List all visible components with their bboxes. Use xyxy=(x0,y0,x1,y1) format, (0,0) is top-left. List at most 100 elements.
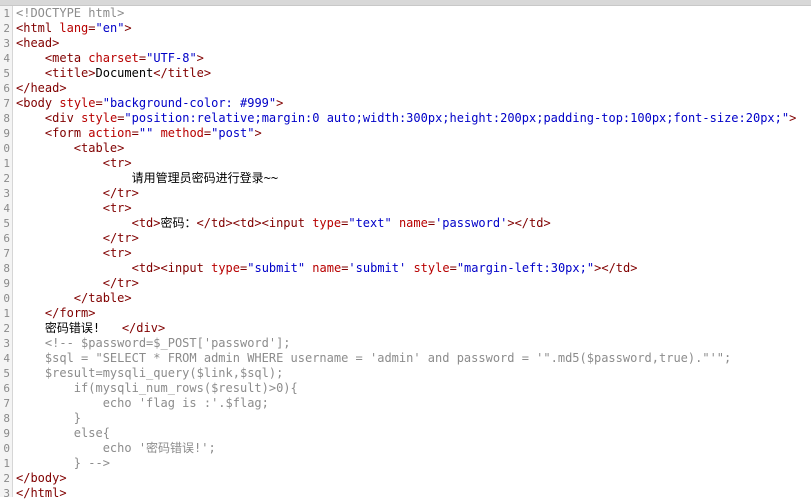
code-lines: 1 <!DOCTYPE html> 2 <html lang="en"> 3 <head>… xyxy=(0,6,811,501)
line-number: 2 xyxy=(3,472,10,485)
code-line: 7 <body style="background-color: #999"> xyxy=(0,96,811,111)
code-line: 1 } --> xyxy=(0,456,811,471)
code-text: <!-- $password=$_POST['password']; xyxy=(16,336,291,350)
code-line: 2 密码错误! </div> xyxy=(0,321,811,336)
code-text: <tr> xyxy=(102,246,132,260)
source-viewer: 1 <!DOCTYPE html> 2 <html lang="en"> 3 <head>… xyxy=(0,0,811,500)
line-number: 8 xyxy=(3,412,10,425)
code-line: 3 </tr> xyxy=(0,186,811,201)
code-text: <!DOCTYPE html> xyxy=(16,6,125,20)
code-line: 1 <!DOCTYPE html> xyxy=(0,6,811,21)
line-number: 3 xyxy=(3,337,10,350)
code-line: 2 <html lang="en"> xyxy=(0,21,811,36)
code-text: <td>密码：</td><td><input type="text" name=… xyxy=(131,216,551,230)
code-text: <div style="position:relative;margin:0 a… xyxy=(44,111,797,125)
code-line: 9 else{ xyxy=(0,426,811,441)
code-line: 6 if(mysqli_num_rows($result)>0){ xyxy=(0,381,811,396)
line-number: 1 xyxy=(3,457,10,470)
code-text: echo '密码错误!'; xyxy=(16,441,216,455)
line-number: 2 xyxy=(3,172,10,185)
code-text: <head> xyxy=(16,36,60,50)
code-text: <title>Document</title> xyxy=(44,66,212,80)
line-number: 4 xyxy=(3,52,10,65)
line-number: 8 xyxy=(3,112,10,125)
code-text: <form action="" method="post"> xyxy=(44,126,262,140)
code-line: 8 <div style="position:relative;margin:0… xyxy=(0,111,811,126)
code-text: <td><input type="submit" name='submit' s… xyxy=(131,261,638,275)
code-line: 4 <meta charset="UTF-8"> xyxy=(0,51,811,66)
line-number: 5 xyxy=(3,367,10,380)
code-text: </html> xyxy=(16,486,67,500)
code-text: } xyxy=(16,411,82,425)
code-text: } --> xyxy=(16,456,110,470)
line-number: 6 xyxy=(3,232,10,245)
code-line: 6 </tr> xyxy=(0,231,811,246)
line-number: 6 xyxy=(3,82,10,95)
code-line: 9 <form action="" method="post"> xyxy=(0,126,811,141)
code-line: 6 </head> xyxy=(0,81,811,96)
line-number: 1 xyxy=(3,157,10,170)
code-text: </table> xyxy=(73,291,132,305)
line-number: 5 xyxy=(3,217,10,230)
line-number: 3 xyxy=(3,187,10,200)
line-number: 3 xyxy=(3,37,10,50)
code-line: 0 echo '密码错误!'; xyxy=(0,441,811,456)
code-text: </tr> xyxy=(102,186,139,200)
line-number: 0 xyxy=(3,292,10,305)
code-line: 0 <table> xyxy=(0,141,811,156)
code-line: 3 <head> xyxy=(0,36,811,51)
code-text: 请用管理员密码进行登录~~ xyxy=(16,171,279,185)
code-line: 8 } xyxy=(0,411,811,426)
code-text: else{ xyxy=(16,426,110,440)
code-line: 1 </form> xyxy=(0,306,811,321)
code-line: 2 请用管理员密码进行登录~~ xyxy=(0,171,811,186)
code-text: <body style="background-color: #999"> xyxy=(16,96,284,110)
code-text: <tr> xyxy=(102,156,132,170)
code-text: </tr> xyxy=(102,231,139,245)
line-number: 7 xyxy=(3,247,10,260)
line-number: 8 xyxy=(3,262,10,275)
line-number: 0 xyxy=(3,142,10,155)
code-line: 1 <tr> xyxy=(0,156,811,171)
code-line: 3 <!-- $password=$_POST['password']; xyxy=(0,336,811,351)
code-text: </head> xyxy=(16,81,67,95)
line-number: 7 xyxy=(3,97,10,110)
code-text: $sql = "SELECT * FROM admin WHERE userna… xyxy=(16,351,732,365)
code-text: </tr> xyxy=(102,276,139,290)
code-text: 密码错误! </div> xyxy=(16,321,166,335)
code-line: 3 </html> xyxy=(0,486,811,501)
line-number: 2 xyxy=(3,322,10,335)
code-text: </form> xyxy=(44,306,96,320)
code-line: 4 <tr> xyxy=(0,201,811,216)
line-number: 9 xyxy=(3,277,10,290)
code-line: 2 </body> xyxy=(0,471,811,486)
code-text: <html lang="en"> xyxy=(16,21,132,35)
code-line: 0 </table> xyxy=(0,291,811,306)
code-line: 5 $result=mysqli_query($link,$sql); xyxy=(0,366,811,381)
code-text: <meta charset="UTF-8"> xyxy=(44,51,204,65)
code-text: </body> xyxy=(16,471,67,485)
line-number: 3 xyxy=(3,487,10,500)
line-number: 1 xyxy=(3,307,10,320)
line-number: 0 xyxy=(3,442,10,455)
code-text: $result=mysqli_query($link,$sql); xyxy=(16,366,284,380)
code-text: <table> xyxy=(73,141,125,155)
code-line: 4 $sql = "SELECT * FROM admin WHERE user… xyxy=(0,351,811,366)
code-line: 7 <tr> xyxy=(0,246,811,261)
line-number: 6 xyxy=(3,382,10,395)
line-number: 2 xyxy=(3,22,10,35)
code-text: <tr> xyxy=(102,201,132,215)
code-line: 5 <td>密码：</td><td><input type="text" nam… xyxy=(0,216,811,231)
line-number: 9 xyxy=(3,127,10,140)
line-number: 4 xyxy=(3,352,10,365)
code-text: if(mysqli_num_rows($result)>0){ xyxy=(16,381,298,395)
line-number: 9 xyxy=(3,427,10,440)
code-text: echo 'flag is :'.$flag; xyxy=(16,396,269,410)
code-line: 8 <td><input type="submit" name='submit'… xyxy=(0,261,811,276)
line-number: 1 xyxy=(3,7,10,20)
code-line: 7 echo 'flag is :'.$flag; xyxy=(0,396,811,411)
code-line: 5 <title>Document</title> xyxy=(0,66,811,81)
line-number: 7 xyxy=(3,397,10,410)
line-number: 4 xyxy=(3,202,10,215)
line-number: 5 xyxy=(3,67,10,80)
